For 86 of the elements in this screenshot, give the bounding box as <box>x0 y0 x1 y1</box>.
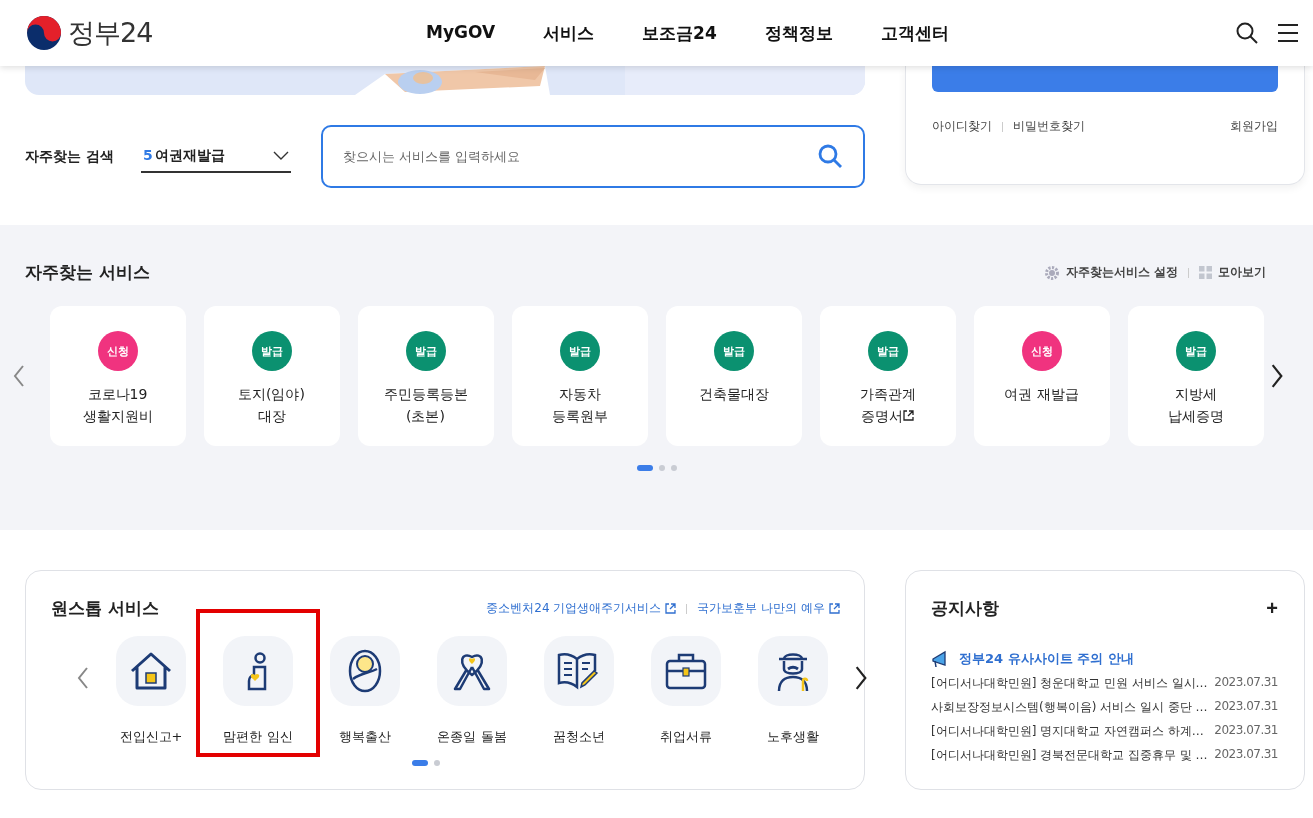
service-label[interactable]: 취업서류 <box>660 728 712 746</box>
chevron-left-icon <box>77 666 89 690</box>
section-title: 자주찾는 서비스 <box>25 261 150 284</box>
service-name: 토지(임야) 대장 <box>238 385 305 426</box>
house-icon <box>129 651 173 691</box>
service-name: 주민등록등본 (초본) <box>383 385 468 426</box>
nav-link[interactable]: 서비스 <box>543 21 595 45</box>
service-type-badge: 발급 <box>1175 331 1216 371</box>
service-label[interactable]: 꿈청소년 <box>553 728 605 746</box>
service-label[interactable]: 온종일 돌봄 <box>437 728 507 746</box>
service-card[interactable]: 발급 자동차 등록원부 <box>511 306 648 446</box>
book-pencil-icon <box>557 651 601 691</box>
service-icon-tile[interactable] <box>758 636 828 706</box>
notice-date: 2023.07.31 <box>1214 699 1278 715</box>
service-label[interactable]: 노후생활 <box>767 728 819 746</box>
nav-link[interactable]: MyGOV <box>426 21 496 45</box>
signup-link[interactable]: 회원가입 <box>1230 118 1278 135</box>
nav-link[interactable]: 고객센터 <box>880 21 949 45</box>
settings-icon <box>1043 264 1060 281</box>
notice-title[interactable]: [어디서나대학민원] 경북전문대학교 집중휴무 및 … <box>931 747 1208 764</box>
service-type-badge: 발급 <box>867 331 908 371</box>
external-link-icon <box>829 603 840 614</box>
site-logo-text[interactable]: 정부24 <box>68 15 153 51</box>
service-name: 지방세 납세증명 <box>1167 385 1224 426</box>
account-link[interactable]: 아이디찾기 <box>932 118 992 135</box>
chevron-left-icon <box>13 364 26 388</box>
pinned-notice-link[interactable]: 정부24 유사사이트 주의 안내 <box>931 650 1278 668</box>
nav-link[interactable]: 보조금24 <box>642 21 717 45</box>
page-dot[interactable] <box>670 465 677 471</box>
chevron-right-icon <box>1269 363 1284 389</box>
notice-title[interactable]: [어디서나대학민원] 명지대학교 자연캠퍼스 하계… <box>931 723 1204 740</box>
service-card[interactable]: 신청 코로나19 생활지원비 <box>49 306 186 446</box>
service-icon-tile[interactable] <box>223 636 293 706</box>
service-card[interactable]: 발급 토지(임야) 대장 <box>203 306 340 446</box>
notice-title[interactable]: 사회보장정보시스템(행복이음) 서비스 일시 중단 … <box>931 699 1208 716</box>
service-icon-tile[interactable] <box>544 636 614 706</box>
search-field[interactable]: 찾으시는 서비스를 입력하세요 <box>321 125 865 188</box>
service-name: 건축물대장 <box>698 385 769 404</box>
page-dot[interactable] <box>433 760 440 766</box>
service-label[interactable]: 전입신고+ <box>119 728 183 746</box>
service-card[interactable]: 발급 가족관계 증명서 <box>819 306 956 446</box>
view-all-link[interactable]: 모아보기 <box>1199 264 1266 281</box>
taegeuk-logo-icon <box>26 15 62 51</box>
service-icon-tile[interactable] <box>116 636 186 706</box>
briefcase-icon <box>664 652 708 690</box>
notice-date: 2023.07.31 <box>1214 747 1278 763</box>
external-service-link[interactable]: 중소벤처24 기업생애주기서비스 <box>486 600 677 617</box>
service-name: 자동차 등록원부 <box>551 385 608 426</box>
service-type-badge: 발급 <box>251 331 292 371</box>
notice-date: 2023.07.31 <box>1214 723 1278 739</box>
service-label[interactable]: 행복출산 <box>339 728 391 746</box>
card-title: 원스톱 서비스 <box>51 597 159 620</box>
service-icon-tile[interactable] <box>437 636 507 706</box>
service-icon-tile[interactable] <box>330 636 400 706</box>
service-name: 여권 재발급 <box>1004 385 1079 404</box>
service-type-badge: 발급 <box>713 331 754 371</box>
notice-date: 2023.07.31 <box>1214 675 1278 691</box>
search-label: 자주찾는 검색 <box>25 147 115 166</box>
external-link-icon <box>665 603 677 614</box>
service-name: 가족관계 증명서 <box>859 385 916 426</box>
chevron-right-icon <box>854 665 868 691</box>
service-name: 코로나19 생활지원비 <box>82 385 153 426</box>
account-link[interactable]: 비밀번호찾기 <box>1013 118 1085 135</box>
service-card[interactable]: 신청 여권 재발급 <box>973 306 1110 446</box>
settings-link[interactable]: 자주찾는서비스 설정 <box>1043 264 1178 281</box>
service-card[interactable]: 발급 지방세 납세증명 <box>1127 306 1264 446</box>
search-icon[interactable] <box>1235 21 1259 45</box>
swaddled-baby-icon <box>347 649 383 693</box>
external-service-link[interactable]: 국가보훈부 나만의 예우 <box>697 600 840 617</box>
service-label[interactable]: 맘편한 임신 <box>223 728 293 746</box>
menu-icon[interactable] <box>1277 23 1299 43</box>
service-type-badge: 신청 <box>1021 331 1062 371</box>
card-title: 공지사항 <box>931 597 999 620</box>
service-type-badge: 발급 <box>405 331 446 371</box>
service-type-badge: 신청 <box>97 331 138 371</box>
page-dot[interactable] <box>658 465 665 471</box>
service-icon-tile[interactable] <box>651 636 721 706</box>
grid-icon <box>1199 266 1212 279</box>
chevron-down-icon <box>273 151 289 160</box>
popular-search-dropdown[interactable]: 5 여권재발급 <box>141 140 291 173</box>
service-card[interactable]: 발급 건축물대장 <box>665 306 802 446</box>
nav-link[interactable]: 정책정보 <box>764 21 833 45</box>
service-type-badge: 발급 <box>559 331 600 371</box>
more-button[interactable]: + <box>1266 597 1278 620</box>
service-card[interactable]: 발급 주민등록등본 (초본) <box>357 306 494 446</box>
notice-title[interactable]: [어디서나대학민원] 청운대학교 민원 서비스 일시… <box>931 675 1208 692</box>
